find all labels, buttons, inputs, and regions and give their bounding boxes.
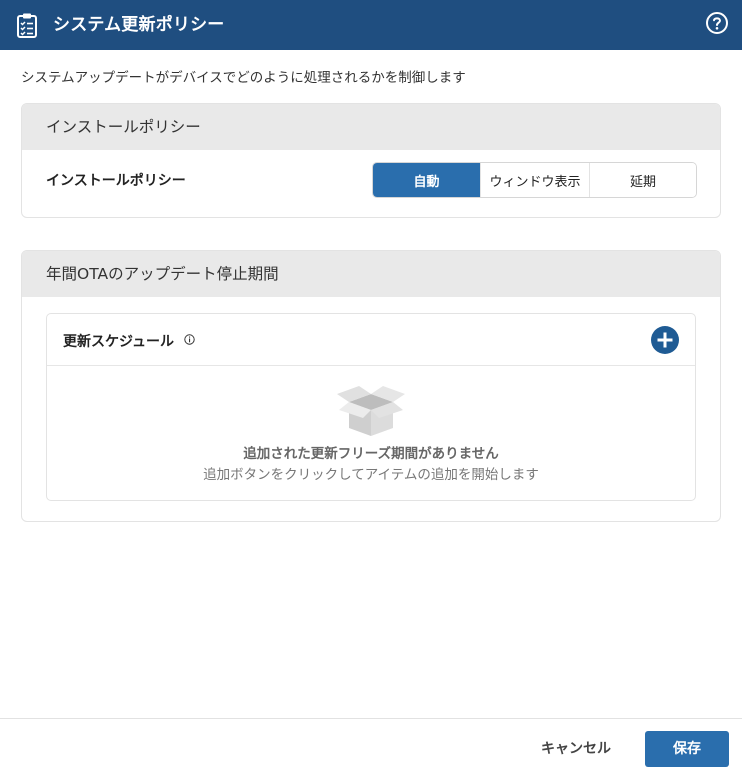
install-policy-option-auto[interactable]: 自動 [373,163,480,197]
plus-circle-icon [657,332,673,348]
install-policy-selector: 自動 ウィンドウ表示 延期 [372,162,697,198]
clipboard-checklist-icon [17,13,37,38]
empty-state-title: 追加された更新フリーズ期間がありません [243,446,499,462]
update-schedule-panel: 更新スケジュール 追加された更新フリーズ期間がありません 追加ボタンをクリックし… [46,313,696,501]
update-schedule-header: 更新スケジュール [47,314,695,366]
update-schedule-title: 更新スケジュール [63,334,175,350]
empty-state-subtitle: 追加ボタンをクリックしてアイテムの追加を開始します [203,467,539,483]
install-policy-option-window[interactable]: ウィンドウ表示 [480,163,589,197]
page-description: システムアップデートがデバイスでどのように処理されるかを制御します [21,70,466,86]
install-policy-option-postpone[interactable]: 延期 [589,163,696,197]
title-bar: システム更新ポリシー [0,0,742,50]
freeze-period-card: 年間OTAのアップデート停止期間 更新スケジュール 追加された更新フリーズ期間が… [21,250,721,522]
dialog-footer: キャンセル 保存 [0,718,742,777]
install-policy-label: インストールポリシー [46,173,186,189]
window-title: システム更新ポリシー [53,15,225,35]
save-button[interactable]: 保存 [645,731,729,767]
open-box-icon [337,386,405,436]
info-icon[interactable] [184,334,195,345]
cancel-button[interactable]: キャンセル [526,731,626,767]
help-circle-icon[interactable] [705,11,729,35]
install-policy-section-title: インストールポリシー [22,104,720,150]
add-freeze-period-button[interactable] [651,326,679,354]
install-policy-card: インストールポリシー インストールポリシー 自動 ウィンドウ表示 延期 [21,103,721,218]
freeze-period-section-title: 年間OTAのアップデート停止期間 [22,251,720,297]
